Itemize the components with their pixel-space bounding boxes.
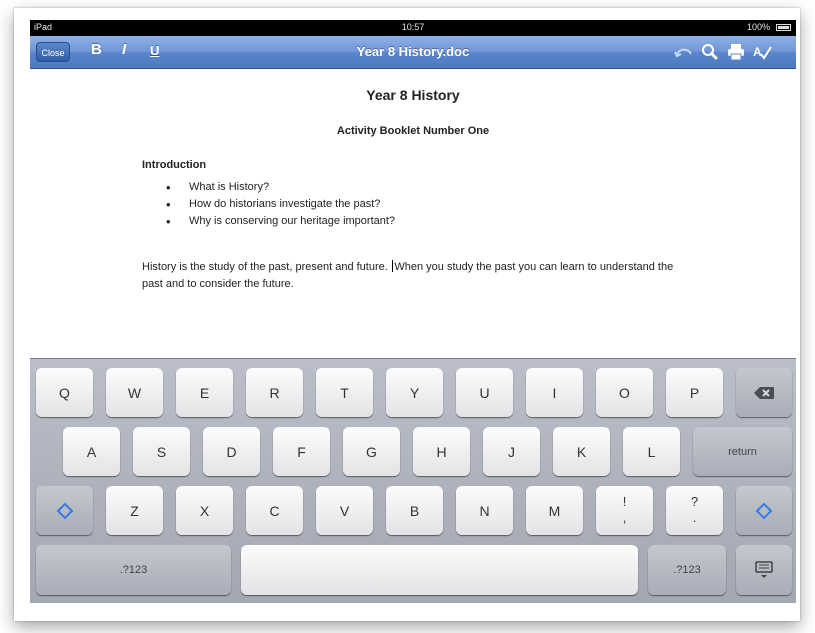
key-question-period[interactable]: ?. — [666, 486, 723, 535]
key-g[interactable]: G — [343, 427, 400, 476]
key-s[interactable]: S — [133, 427, 190, 476]
underline-button[interactable]: U — [150, 43, 159, 58]
bullet-list: What is History? How do historians inves… — [163, 179, 395, 230]
key-t[interactable]: T — [316, 368, 373, 417]
hide-keyboard-key[interactable] — [736, 545, 792, 595]
key-o[interactable]: O — [596, 368, 653, 417]
key-k[interactable]: K — [553, 427, 610, 476]
key-r[interactable]: R — [246, 368, 303, 417]
key-q[interactable]: Q — [36, 368, 93, 417]
key-m[interactable]: M — [526, 486, 583, 535]
key-p[interactable]: P — [666, 368, 723, 417]
section-heading: Introduction — [142, 159, 207, 171]
italic-button[interactable]: I — [122, 41, 126, 58]
return-key[interactable]: return — [693, 427, 792, 476]
list-item: How do historians investigate the past? — [163, 196, 395, 213]
key-l[interactable]: L — [623, 427, 680, 476]
document-toolbar: Close B I U Year 8 History.doc A — [30, 36, 796, 69]
shift-key-left[interactable] — [36, 486, 93, 535]
paragraph-text-before-cursor: History is the study of the past, presen… — [142, 261, 391, 273]
key-z[interactable]: Z — [106, 486, 163, 535]
status-bar: iPad 10:57 100% — [30, 20, 796, 36]
document-heading: Year 8 History — [366, 87, 460, 103]
svg-text:A: A — [753, 45, 762, 59]
print-icon[interactable] — [726, 43, 746, 61]
document-subheading: Activity Booklet Number One — [336, 125, 490, 137]
backspace-key[interactable] — [736, 368, 792, 417]
list-item: What is History? — [163, 179, 395, 196]
shift-icon — [755, 502, 773, 519]
key-h[interactable]: H — [413, 427, 470, 476]
key-y[interactable]: Y — [386, 368, 443, 417]
battery-percent: 100% — [746, 22, 770, 32]
status-time: 10:57 — [401, 22, 425, 32]
key-f[interactable]: F — [273, 427, 330, 476]
key-c[interactable]: C — [246, 486, 303, 535]
key-j[interactable]: J — [483, 427, 540, 476]
bold-button[interactable]: B — [91, 41, 102, 58]
search-icon[interactable] — [700, 43, 720, 61]
key-d[interactable]: D — [203, 427, 260, 476]
shift-icon — [56, 502, 73, 519]
key-n[interactable]: N — [456, 486, 513, 535]
shift-key-right[interactable] — [736, 486, 792, 535]
key-i[interactable]: I — [526, 368, 583, 417]
numbers-key-right[interactable]: .?123 — [648, 545, 726, 595]
body-paragraph: History is the study of the past, presen… — [142, 259, 682, 293]
hide-keyboard-icon — [755, 561, 773, 578]
battery-icon — [776, 24, 791, 31]
backspace-icon — [754, 386, 774, 399]
key-u[interactable]: U — [456, 368, 513, 417]
key-w[interactable]: W — [106, 368, 163, 417]
space-bar[interactable] — [241, 545, 638, 595]
ipad-screen: iPad 10:57 100% Close B I U Year 8 Histo… — [30, 20, 796, 603]
key-exclaim-comma[interactable]: !, — [596, 486, 653, 535]
key-b[interactable]: B — [386, 486, 443, 535]
key-x[interactable]: X — [176, 486, 233, 535]
spell-check-icon[interactable]: A — [752, 43, 772, 61]
key-e[interactable]: E — [176, 368, 233, 417]
key-v[interactable]: V — [316, 486, 373, 535]
close-button[interactable]: Close — [36, 42, 70, 62]
document-page[interactable]: Year 8 History Activity Booklet Number O… — [30, 69, 796, 358]
key-a[interactable]: A — [63, 427, 120, 476]
undo-icon[interactable] — [674, 43, 694, 61]
numbers-key-left[interactable]: .?123 — [36, 545, 231, 595]
onscreen-keyboard: Q W E R T Y U I O P A S D F G H J K L re… — [30, 358, 796, 603]
list-item: Why is conserving our heritage important… — [163, 213, 395, 230]
